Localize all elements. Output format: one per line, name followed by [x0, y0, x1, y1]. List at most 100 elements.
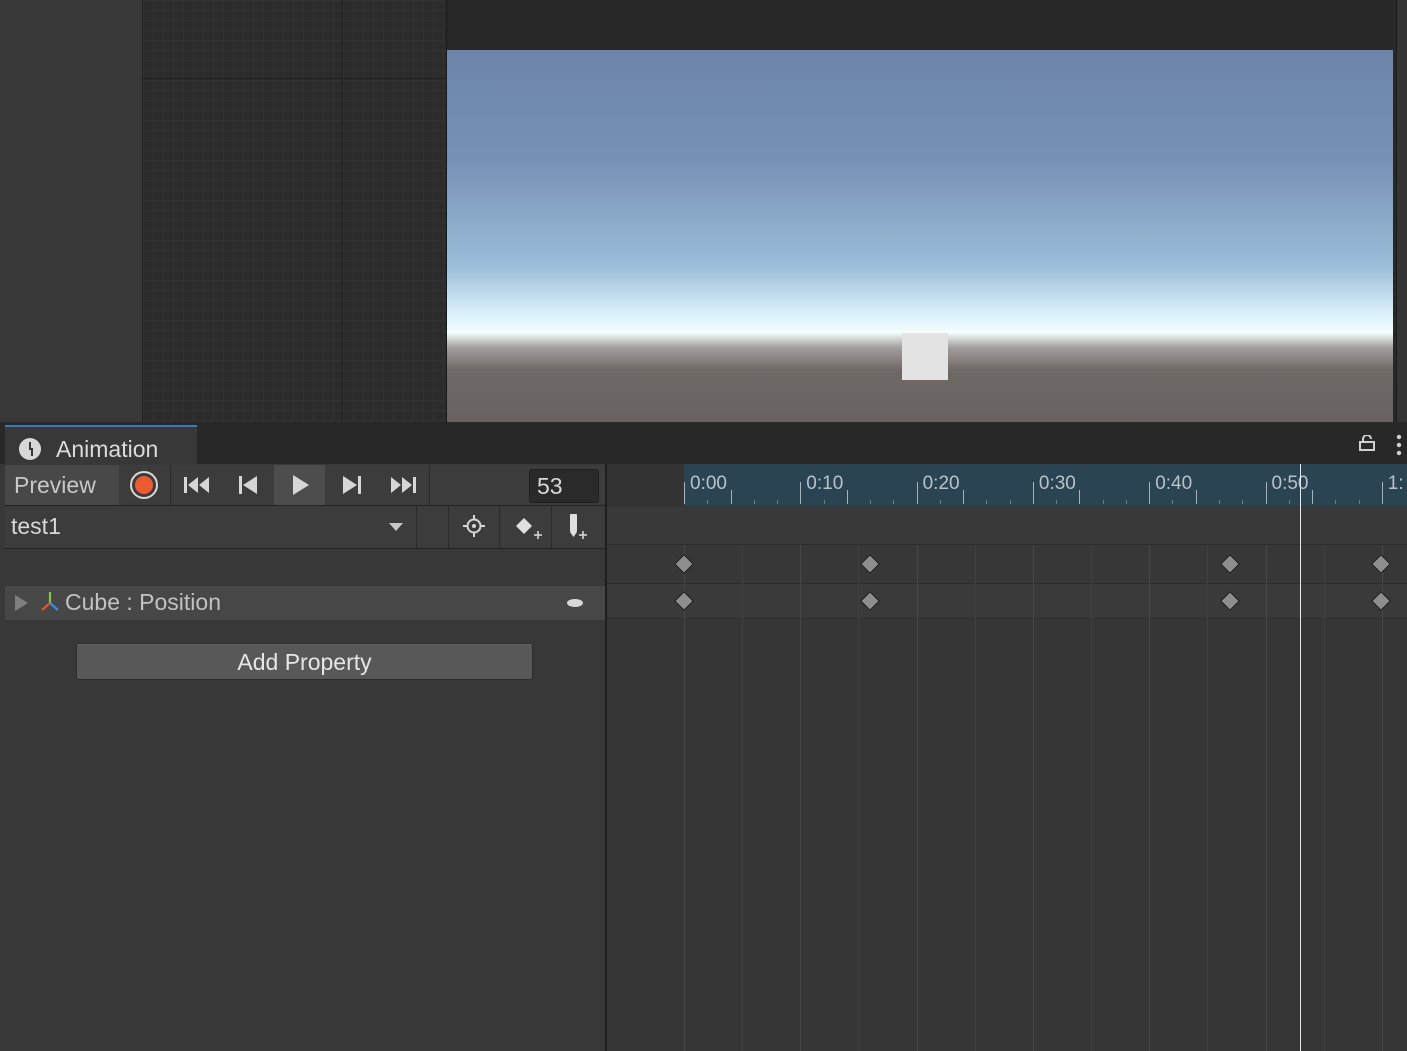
grid-line: [800, 545, 802, 1051]
clip-row: test1: [5, 506, 605, 549]
dopesheet-timeline[interactable]: 0:00 0:10 0:20 0:30 0:40 0:50 1:: [607, 464, 1407, 1051]
expand-arrow-icon[interactable]: [15, 595, 28, 611]
lock-icon[interactable]: [1358, 435, 1376, 451]
grid-line: [1265, 545, 1267, 1051]
ruler-major-tick: [1149, 482, 1151, 504]
clip-dropdown[interactable]: test1: [5, 506, 417, 548]
grid-line: [1381, 545, 1383, 1051]
skip-to-end-icon: [391, 477, 416, 493]
grid-line: [1091, 545, 1093, 1051]
skip-to-start-button[interactable]: [171, 465, 224, 505]
transform-axes-icon: [41, 592, 59, 611]
play-icon: [293, 475, 309, 495]
ruler-minor-tick: [1079, 490, 1081, 504]
property-row[interactable]: Cube : Position: [5, 586, 605, 620]
record-button[interactable]: [119, 465, 171, 505]
grid-axis-line: [142, 78, 446, 79]
preview-button[interactable]: Preview: [5, 465, 120, 505]
play-button[interactable]: [274, 465, 326, 505]
grid-line: [1207, 545, 1209, 1051]
ruler-minor-tick: [1056, 500, 1058, 504]
clip-name: test1: [11, 513, 61, 539]
grid-line: [1323, 545, 1325, 1051]
grid-line: [1149, 545, 1151, 1051]
ruler-minor-tick: [963, 490, 965, 504]
ruler-minor-tick: [1242, 500, 1244, 504]
events-row[interactable]: [607, 507, 1407, 545]
add-keyframe-icon: [516, 518, 542, 539]
property-options-icon[interactable]: [567, 599, 583, 607]
kebab-menu-icon[interactable]: [1395, 434, 1403, 456]
scrollbar[interactable]: [1396, 0, 1407, 422]
ruler-major-tick: [1032, 482, 1034, 504]
grid-line: [974, 545, 976, 1051]
ruler-minor-tick: [823, 500, 825, 504]
skip-to-start-icon: [184, 477, 209, 493]
property-panel: Preview 53 test1 Cube: Position Add Pro…: [5, 464, 605, 1051]
filter-by-selection-button[interactable]: [448, 506, 500, 548]
scene-grid-view[interactable]: [142, 0, 447, 422]
next-keyframe-button[interactable]: [325, 465, 378, 505]
grid-line: [742, 545, 744, 1051]
ruler-minor-tick: [1195, 490, 1197, 504]
tab-bar: Animation: [0, 422, 1407, 466]
record-icon: [130, 471, 158, 499]
ruler-minor-tick: [1102, 500, 1104, 504]
playback-toolbar: Preview 53: [5, 465, 605, 506]
summary-keyframe-row[interactable]: [607, 545, 1407, 584]
ruler-minor-tick: [986, 500, 988, 504]
cube-object: [902, 333, 948, 380]
previous-keyframe-button[interactable]: [223, 465, 275, 505]
ruler-minor-tick: [1312, 490, 1314, 504]
time-ruler[interactable]: 0:00 0:10 0:20 0:30 0:40 0:50 1:: [607, 464, 1407, 506]
grid-line: [858, 545, 860, 1051]
add-event-button[interactable]: [551, 506, 603, 548]
ruler-minor-tick: [1288, 500, 1290, 504]
ruler-label: 0:10: [806, 473, 844, 494]
previous-keyframe-icon: [239, 476, 257, 494]
ruler-minor-tick: [753, 500, 755, 504]
ruler-minor-tick: [1335, 500, 1337, 504]
ruler-minor-tick: [1009, 500, 1011, 504]
ruler-minor-tick: [846, 490, 848, 504]
ruler-minor-tick: [870, 500, 872, 504]
property-keyframe-row[interactable]: [607, 584, 1407, 619]
skip-to-end-button[interactable]: [377, 465, 430, 505]
next-keyframe-icon: [343, 476, 361, 494]
ruler-minor-tick: [1172, 500, 1174, 504]
animation-window: Animation Preview 53 test1 Cube: Positi…: [0, 422, 1407, 1051]
preview-label: Preview: [14, 472, 96, 498]
crosshair-icon: [463, 515, 485, 537]
tracks-area[interactable]: [607, 619, 1407, 1051]
ruler-major-tick: [1265, 482, 1267, 504]
grid-line: [916, 545, 918, 1051]
frame-number-value: 53: [537, 473, 563, 499]
tab-label: Animation: [56, 436, 159, 462]
add-keyframe-button[interactable]: [499, 506, 552, 548]
ruler-major-tick: [684, 482, 685, 504]
ruler-minor-tick: [939, 500, 941, 504]
chevron-down-icon: [389, 523, 403, 531]
ruler-label: 0:00: [690, 473, 727, 494]
property-label: Cube : Position: [65, 589, 221, 615]
tab-animation[interactable]: Animation: [5, 425, 197, 466]
ruler-minor-tick: [893, 500, 895, 504]
ruler-major-tick: [800, 482, 802, 504]
toolbar-spacer: [416, 506, 449, 548]
frame-number-field[interactable]: 53: [529, 469, 599, 503]
playhead[interactable]: [1300, 464, 1301, 1051]
ruler-label: 0:40: [1155, 473, 1193, 494]
ruler-major-tick: [1381, 482, 1383, 504]
add-event-icon: [570, 514, 587, 539]
ruler-minor-tick: [1218, 500, 1220, 504]
ruler-label: 0:20: [922, 473, 960, 494]
add-property-label: Add Property: [237, 649, 372, 675]
ruler-minor-tick: [707, 500, 709, 504]
ruler-major-tick: [916, 482, 918, 504]
grid-axis-line: [342, 0, 343, 422]
add-property-button[interactable]: Add Property: [76, 643, 533, 680]
clock-icon: [19, 438, 41, 460]
ruler-minor-tick: [777, 500, 779, 504]
grid-line: [1032, 545, 1034, 1051]
hierarchy-panel: [0, 0, 142, 422]
